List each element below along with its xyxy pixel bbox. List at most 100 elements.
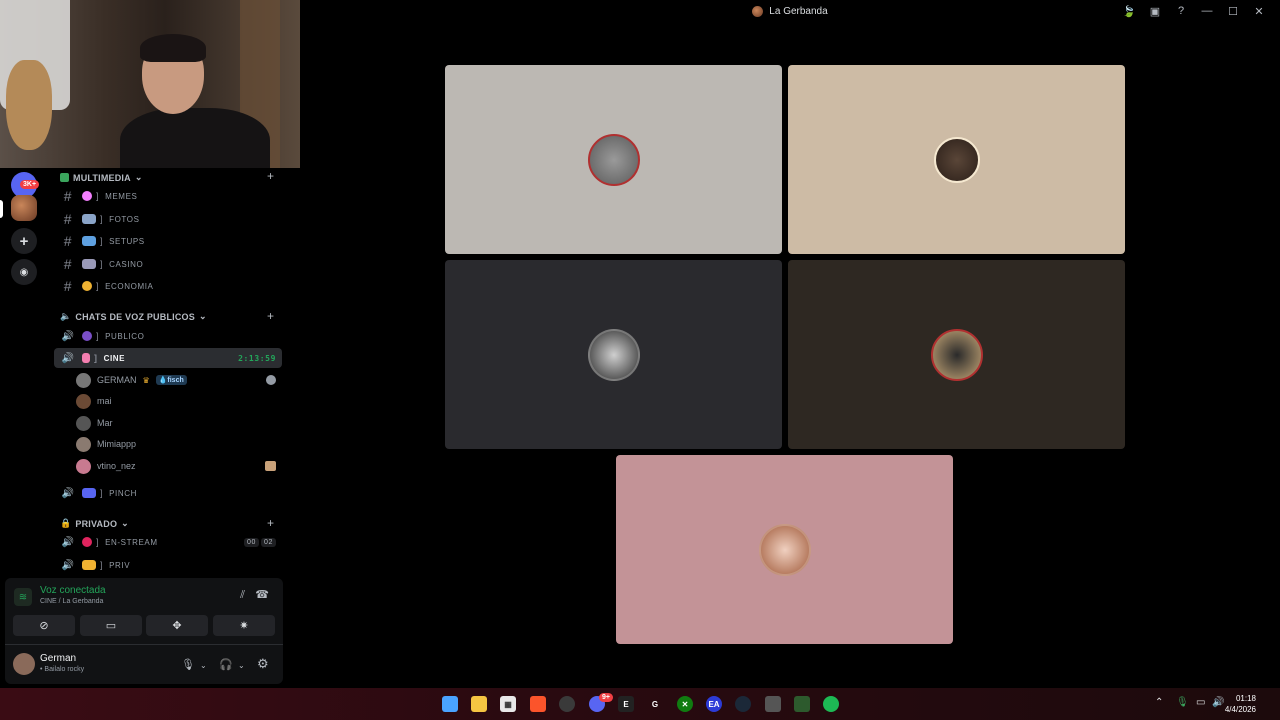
category-privado[interactable]: 🔒 PRIVADO ⌄ — [60, 518, 129, 529]
camera-button[interactable]: ⊘ — [13, 615, 75, 636]
video-tile[interactable] — [445, 260, 782, 449]
channel-memes[interactable]: # ] MEMES — [54, 186, 282, 206]
user-count: 00 — [244, 537, 259, 547]
bracket: ] — [96, 191, 100, 201]
video-tile[interactable] — [445, 65, 782, 254]
streamer-hair — [140, 34, 206, 62]
network-icon[interactable]: ▭ — [1196, 697, 1205, 708]
username: Mimiappp — [97, 439, 137, 449]
bracket: ] — [94, 353, 98, 363]
bracket: ] — [96, 331, 100, 341]
app-icon[interactable] — [765, 696, 781, 712]
voice-channel-cine[interactable]: 🔊 ] CINE 2:13:59 — [54, 348, 282, 368]
hash-icon: # — [63, 256, 73, 272]
voice-user[interactable]: vtino_nez — [76, 456, 282, 476]
hash-icon: # — [63, 278, 73, 294]
chevron-down-icon: ⌄ — [121, 518, 129, 528]
create-channel-icon[interactable]: + — [267, 309, 274, 323]
voice-channel-pinch[interactable]: 🔊 ] PINCH — [54, 483, 282, 503]
system-clock[interactable]: 01:18 4/4/2026 — [1225, 693, 1256, 715]
discover-icon[interactable]: ◉ — [11, 259, 37, 285]
call-timer: 2:13:59 — [238, 353, 276, 363]
spotify-icon[interactable] — [823, 696, 839, 712]
voice-channel-publico[interactable]: 🔊 ] PUBLICO — [54, 326, 282, 346]
noise-suppression-icon[interactable]: ⫽ — [240, 589, 245, 602]
epic-games-icon[interactable]: E — [618, 696, 634, 712]
voice-user[interactable]: Mar — [76, 413, 282, 433]
store-icon[interactable]: ▦ — [500, 696, 516, 712]
channel-emoji — [82, 353, 90, 363]
ea-icon[interactable]: EA — [706, 696, 722, 712]
disconnect-icon[interactable]: ☎ — [255, 588, 269, 601]
username: Mar — [97, 418, 113, 428]
xbox-icon[interactable]: ✕ — [677, 696, 693, 712]
nitro-leaf-icon[interactable]: 🍃 — [1122, 4, 1136, 18]
signal-icon[interactable]: ≋ — [14, 588, 32, 606]
channel-casino[interactable]: # ] CASINO — [54, 254, 282, 274]
soundboard-button[interactable]: ✷ — [213, 615, 275, 636]
file-explorer-icon[interactable] — [471, 696, 487, 712]
channel-label: CINE — [103, 353, 126, 363]
soundboard-icon: ✷ — [239, 620, 249, 632]
avatar[interactable] — [13, 653, 35, 675]
channel-setups[interactable]: # ] SETUPS — [54, 231, 282, 251]
category-label: PRIVADO — [75, 518, 118, 529]
chrome-icon[interactable] — [559, 696, 575, 712]
voice-channel-en-stream[interactable]: 🔊 ] EN-STREAM 00 02 — [54, 532, 282, 552]
voice-user[interactable]: Mimiappp — [76, 434, 282, 454]
channel-fotos[interactable]: # ] FOTOS — [54, 209, 282, 229]
voice-status[interactable]: Voz conectada — [40, 585, 106, 596]
maximize-icon[interactable]: ☐ — [1226, 4, 1240, 18]
crown-icon: ♛ — [142, 375, 150, 385]
video-tile[interactable] — [788, 65, 1125, 254]
microphone-tray-icon[interactable]: 🎙 — [1176, 697, 1189, 708]
category-voz-publicos[interactable]: 🔈 CHATS DE VOZ PUBLICOS ⌄ — [60, 311, 207, 322]
headphones-icon[interactable]: 🎧 — [219, 658, 233, 671]
voice-user[interactable]: GERMAN ♛ 💧fisch — [76, 370, 282, 390]
tray-overflow-icon[interactable]: ⌃ — [1155, 697, 1163, 708]
terminal-icon[interactable] — [794, 696, 810, 712]
channel-label: EN-STREAM — [105, 537, 158, 547]
lock-icon: 🔒 — [60, 518, 72, 528]
g-hub-icon[interactable]: G — [647, 696, 663, 712]
close-icon[interactable]: ✕ — [1252, 4, 1266, 18]
channel-label: ECONOMIA — [105, 281, 154, 291]
streamer-webcam — [0, 0, 300, 168]
participant-avatar — [758, 523, 811, 576]
bracket: ] — [100, 236, 104, 246]
channel-emoji — [82, 560, 96, 570]
bracket: ] — [100, 488, 104, 498]
current-user-name[interactable]: German — [40, 653, 76, 664]
chevron-down-icon[interactable]: ⌄ — [200, 661, 207, 670]
microphone-icon[interactable]: 🎙 — [181, 658, 195, 671]
channel-label: MEMES — [105, 191, 138, 201]
streamer-body — [120, 108, 270, 168]
create-channel-icon[interactable]: + — [267, 169, 274, 183]
video-tile[interactable] — [788, 260, 1125, 449]
steam-icon[interactable] — [735, 696, 751, 712]
brave-icon[interactable] — [530, 696, 546, 712]
channel-economia[interactable]: # ] ECONOMIA — [54, 276, 282, 296]
category-multimedia[interactable]: MULTIMEDIA ⌄ — [60, 172, 143, 183]
minimize-icon[interactable]: — — [1200, 4, 1214, 18]
gear-icon[interactable]: ⚙ — [257, 656, 269, 672]
titlebar-controls: 🍃 ▣ ? — ☐ ✕ — [1122, 4, 1266, 18]
participant-avatar — [930, 328, 983, 381]
volume-icon[interactable]: 🔊 — [1212, 697, 1224, 708]
video-tile[interactable] — [616, 455, 953, 644]
voice-user[interactable]: mai — [76, 391, 282, 411]
channel-label: SETUPS — [109, 236, 145, 246]
help-icon[interactable]: ? — [1174, 4, 1188, 18]
activities-button[interactable]: ✥ — [146, 615, 208, 636]
bracket: ] — [96, 281, 100, 291]
inbox-icon[interactable]: ▣ — [1148, 4, 1162, 18]
share-screen-button[interactable]: ▭ — [80, 615, 142, 636]
channel-emoji — [82, 281, 92, 291]
server-item-la-gerbanda[interactable] — [11, 195, 37, 221]
add-server-icon[interactable]: + — [11, 228, 37, 254]
create-channel-icon[interactable]: + — [267, 516, 274, 530]
voice-location[interactable]: CINE / La Gerbanda — [40, 598, 103, 605]
voice-channel-priv[interactable]: 🔊 ] PRIV — [54, 555, 282, 575]
start-icon[interactable] — [442, 696, 458, 712]
chevron-down-icon[interactable]: ⌄ — [238, 661, 245, 670]
